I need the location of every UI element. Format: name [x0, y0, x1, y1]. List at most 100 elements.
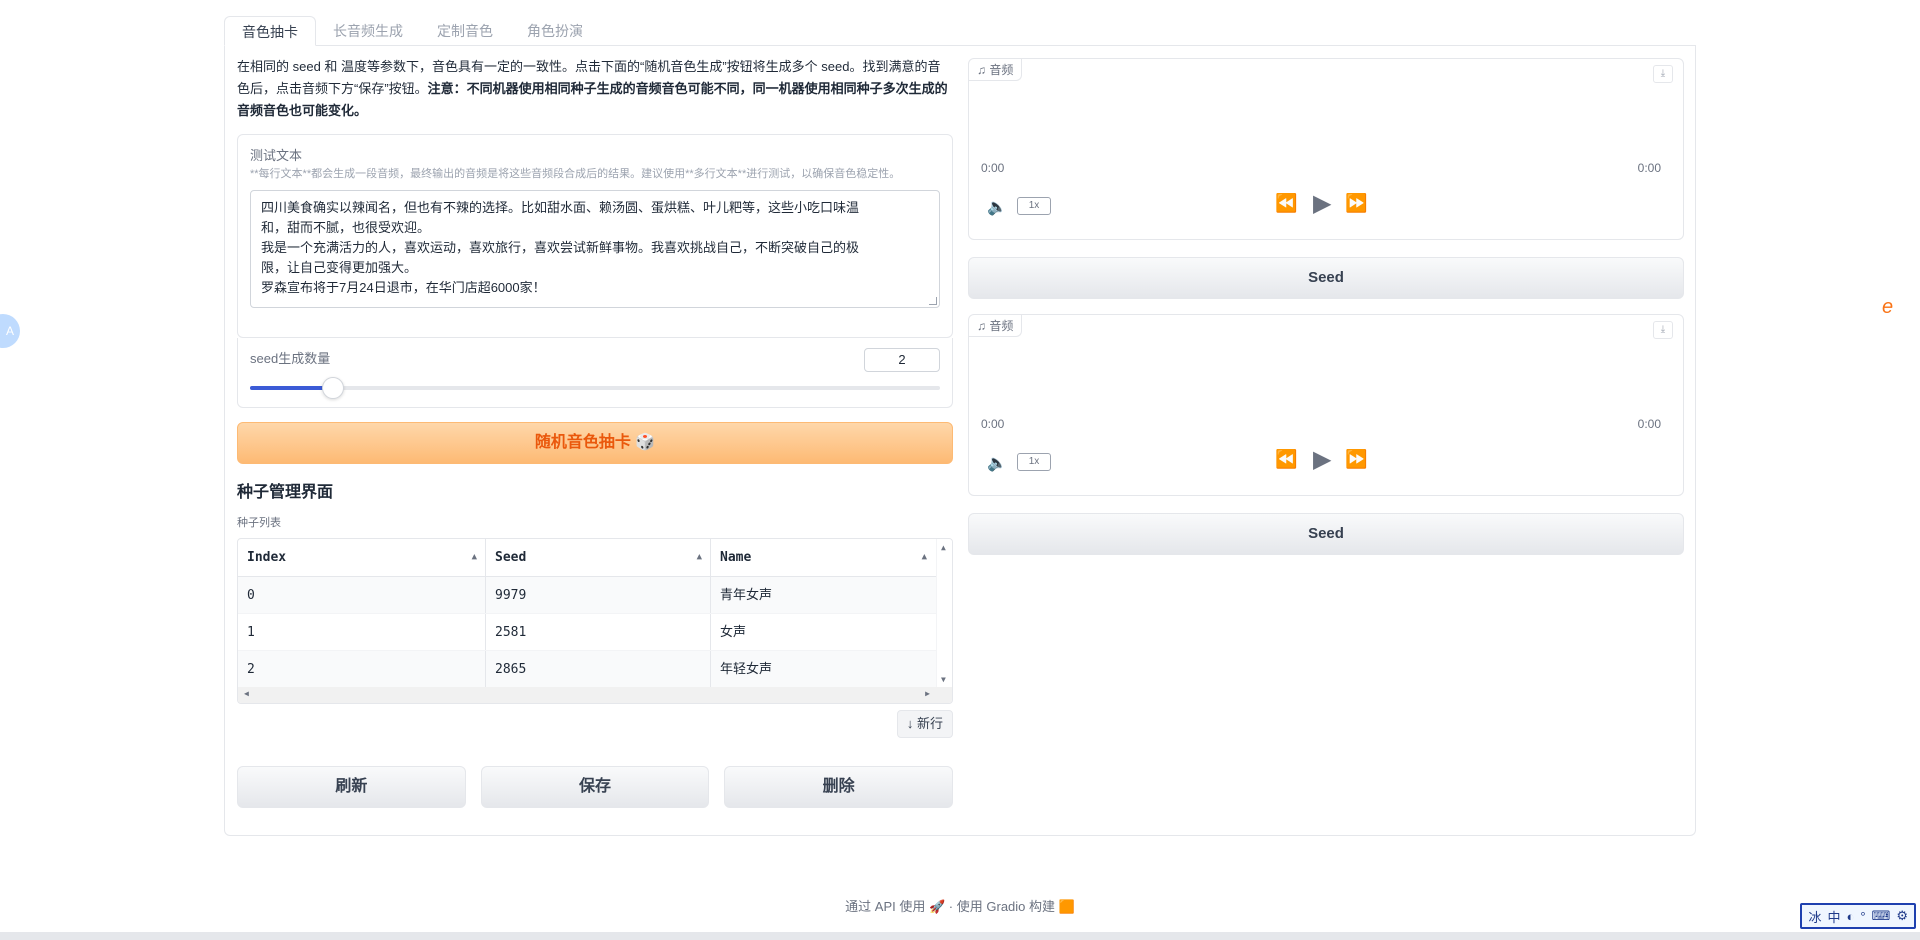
rewind-icon[interactable]: ⏪	[1275, 449, 1297, 470]
column-header-index[interactable]: Index ▲	[238, 539, 486, 576]
fast-forward-icon[interactable]: ⏩	[1345, 449, 1367, 470]
new-row-button[interactable]: ↓ 新行	[896, 710, 953, 738]
cell-name[interactable]: 青年女声	[711, 577, 935, 613]
slider-thumb[interactable]	[321, 377, 344, 399]
playback-rate-button[interactable]: 1x	[1017, 197, 1051, 215]
vertical-scrollbar[interactable]: ▲ ▼	[936, 539, 952, 689]
right-column: ♫ 音频 ⤓ 0:00 0:00 🔈 1x ⏪ ▶ ⏩ Seed ♫ 音频 ⤓ …	[968, 58, 1684, 555]
tab-custom-voice[interactable]: 定制音色	[420, 16, 510, 45]
current-time: 0:00	[981, 161, 1005, 175]
duration: 0:00	[1637, 161, 1661, 175]
tab-long-audio[interactable]: 长音频生成	[316, 16, 420, 45]
ime-moon-icon[interactable]: ◐	[1847, 909, 1855, 924]
music-note-icon: ♫	[977, 63, 990, 77]
audio-player: ♫ 音频 ⤓ 0:00 0:00 🔈 1x ⏪ ▶ ⏩	[968, 314, 1684, 496]
ime-settings-icon[interactable]: ⚙	[1896, 908, 1908, 924]
cell-index[interactable]: 0	[238, 577, 486, 613]
text-line: 罗森宣布将于7月24日退市，在华门店超6000家！	[261, 280, 546, 295]
tab-voice-draw[interactable]: 音色抽卡	[224, 16, 316, 46]
taskbar	[0, 932, 1920, 940]
seed-count-input[interactable]: 2	[864, 348, 940, 372]
current-time: 0:00	[981, 417, 1005, 431]
audio-player: ♫ 音频 ⤓ 0:00 0:00 🔈 1x ⏪ ▶ ⏩	[968, 58, 1684, 240]
seed-button[interactable]: Seed	[968, 257, 1684, 299]
table-row: 0 9979 青年女声	[238, 577, 952, 614]
footer: 通过 API 使用 🚀 · 使用 Gradio 构建 🟧	[845, 899, 1075, 914]
cell-index[interactable]: 1	[238, 614, 486, 650]
delete-button[interactable]: 删除	[724, 766, 954, 808]
seed-count-label: seed生成数量	[250, 351, 331, 366]
tab-bar: 音色抽卡 长音频生成 定制音色 角色扮演	[224, 16, 1696, 46]
text-line: 和，甜而不腻，也很受欢迎。	[261, 220, 431, 235]
left-column: 在相同的 seed 和 温度等参数下，音色具有一定的一致性。点击下面的“随机音色…	[237, 56, 954, 808]
seed-count-block: seed生成数量 2	[237, 338, 953, 408]
play-icon[interactable]: ▶	[1313, 189, 1331, 218]
cell-seed[interactable]: 2865	[486, 651, 711, 687]
horizontal-scrollbar[interactable]: ◀ ▶	[238, 687, 952, 703]
test-text-block: 测试文本 **每行文本**都会生成一段音频，最终输出的音频是将这些音频段合成后的…	[237, 134, 953, 338]
ime-toolbar[interactable]: 冰 中 ◐ ° ⌨ ⚙	[1800, 903, 1916, 929]
audio-label: ♫ 音频	[969, 315, 1023, 337]
use-via-api-link[interactable]: 通过 API 使用	[845, 899, 925, 914]
volume-icon[interactable]: 🔈	[987, 197, 1007, 217]
volume-icon[interactable]: 🔈	[987, 453, 1007, 473]
table-row: 2 2865 年轻女声	[238, 651, 952, 688]
rocket-icon: 🚀	[928, 899, 949, 914]
resize-handle[interactable]	[929, 297, 937, 305]
download-icon[interactable]: ⤓	[1653, 65, 1673, 83]
side-translate-icon[interactable]: A	[0, 314, 20, 348]
cell-name[interactable]: 女声	[711, 614, 935, 650]
duration: 0:00	[1637, 417, 1661, 431]
test-text-input[interactable]: 四川美食确实以辣闻名，但也有不辣的选择。比如甜水面、赖汤圆、蛋烘糕、叶儿粑等，这…	[250, 190, 940, 308]
cell-seed[interactable]: 9979	[486, 577, 711, 613]
cell-seed[interactable]: 2581	[486, 614, 711, 650]
app-container: 音色抽卡 长音频生成 定制音色 角色扮演 在相同的 seed 和 温度等参数下，…	[224, 16, 1696, 836]
cell-index[interactable]: 2	[238, 651, 486, 687]
ime-punct-icon[interactable]: °	[1860, 909, 1865, 924]
new-row-area: ↓ 新行	[237, 710, 953, 766]
seed-button[interactable]: Seed	[968, 513, 1684, 555]
sort-icon[interactable]: ▲	[922, 539, 927, 576]
text-line: 四川美食确实以辣闻名，但也有不辣的选择。比如甜水面、赖汤圆、蛋烘糕、叶儿粑等，这…	[261, 200, 860, 215]
seed-table: Index ▲ Seed ▲ Name ▲ 0 9979 青年女声 1 2581 女声…	[237, 538, 953, 704]
download-icon[interactable]: ⤓	[1653, 321, 1673, 339]
intro-text: 在相同的 seed 和 温度等参数下，音色具有一定的一致性。点击下面的“随机音色…	[237, 56, 953, 122]
ime-logo[interactable]: 冰	[1808, 907, 1821, 926]
rewind-icon[interactable]: ⏪	[1275, 193, 1297, 214]
gradio-logo-icon: 🟧	[1058, 899, 1075, 914]
fast-forward-icon[interactable]: ⏩	[1345, 193, 1367, 214]
sort-icon[interactable]: ▲	[472, 539, 477, 576]
text-line: 限，让自己变得更加强大。	[261, 260, 418, 275]
column-header-name[interactable]: Name ▲	[711, 539, 935, 576]
play-icon[interactable]: ▶	[1313, 445, 1331, 474]
tab-role-play[interactable]: 角色扮演	[510, 16, 600, 45]
seed-action-buttons: 刷新 保存 删除	[237, 766, 954, 808]
tab-panel: 在相同的 seed 和 温度等参数下，音色具有一定的一致性。点击下面的“随机音色…	[224, 46, 1696, 836]
ime-keyboard-icon[interactable]: ⌨	[1872, 908, 1891, 924]
save-button[interactable]: 保存	[480, 766, 710, 808]
refresh-button[interactable]: 刷新	[237, 766, 466, 808]
text-line: 我是一个充满活力的人，喜欢运动，喜欢旅行，喜欢尝试新鲜事物。我喜欢挑战自己，不断…	[261, 240, 860, 255]
playback-rate-button[interactable]: 1x	[1017, 453, 1051, 471]
random-voice-button[interactable]: 随机音色抽卡 🎲	[237, 422, 953, 464]
scroll-down-icon[interactable]: ▼	[941, 675, 946, 684]
scroll-up-icon[interactable]: ▲	[941, 543, 946, 552]
built-with-gradio-link[interactable]: 使用 Gradio 构建	[957, 899, 1055, 914]
scroll-left-icon[interactable]: ◀	[244, 689, 249, 698]
slider-fill	[250, 386, 333, 390]
test-text-info: **每行文本**都会生成一段音频，最终输出的音频是将这些音频段合成后的结果。建议…	[250, 168, 901, 180]
sort-icon[interactable]: ▲	[697, 539, 702, 576]
seed-manager-title: 种子管理界面	[237, 484, 334, 501]
audio-label: ♫ 音频	[969, 59, 1023, 81]
seed-list-label: 种子列表	[237, 517, 281, 529]
cell-name[interactable]: 年轻女声	[711, 651, 935, 687]
table-header: Index ▲ Seed ▲ Name ▲	[238, 539, 952, 577]
table-row: 1 2581 女声	[238, 614, 952, 651]
ime-language[interactable]: 中	[1828, 907, 1841, 926]
scroll-right-icon[interactable]: ▶	[925, 689, 930, 698]
column-header-seed[interactable]: Seed ▲	[486, 539, 711, 576]
test-text-label: 测试文本	[250, 148, 303, 163]
music-note-icon: ♫	[977, 319, 990, 333]
seed-count-slider[interactable]	[250, 377, 940, 399]
side-shop-icon[interactable]: e	[1882, 296, 1914, 328]
